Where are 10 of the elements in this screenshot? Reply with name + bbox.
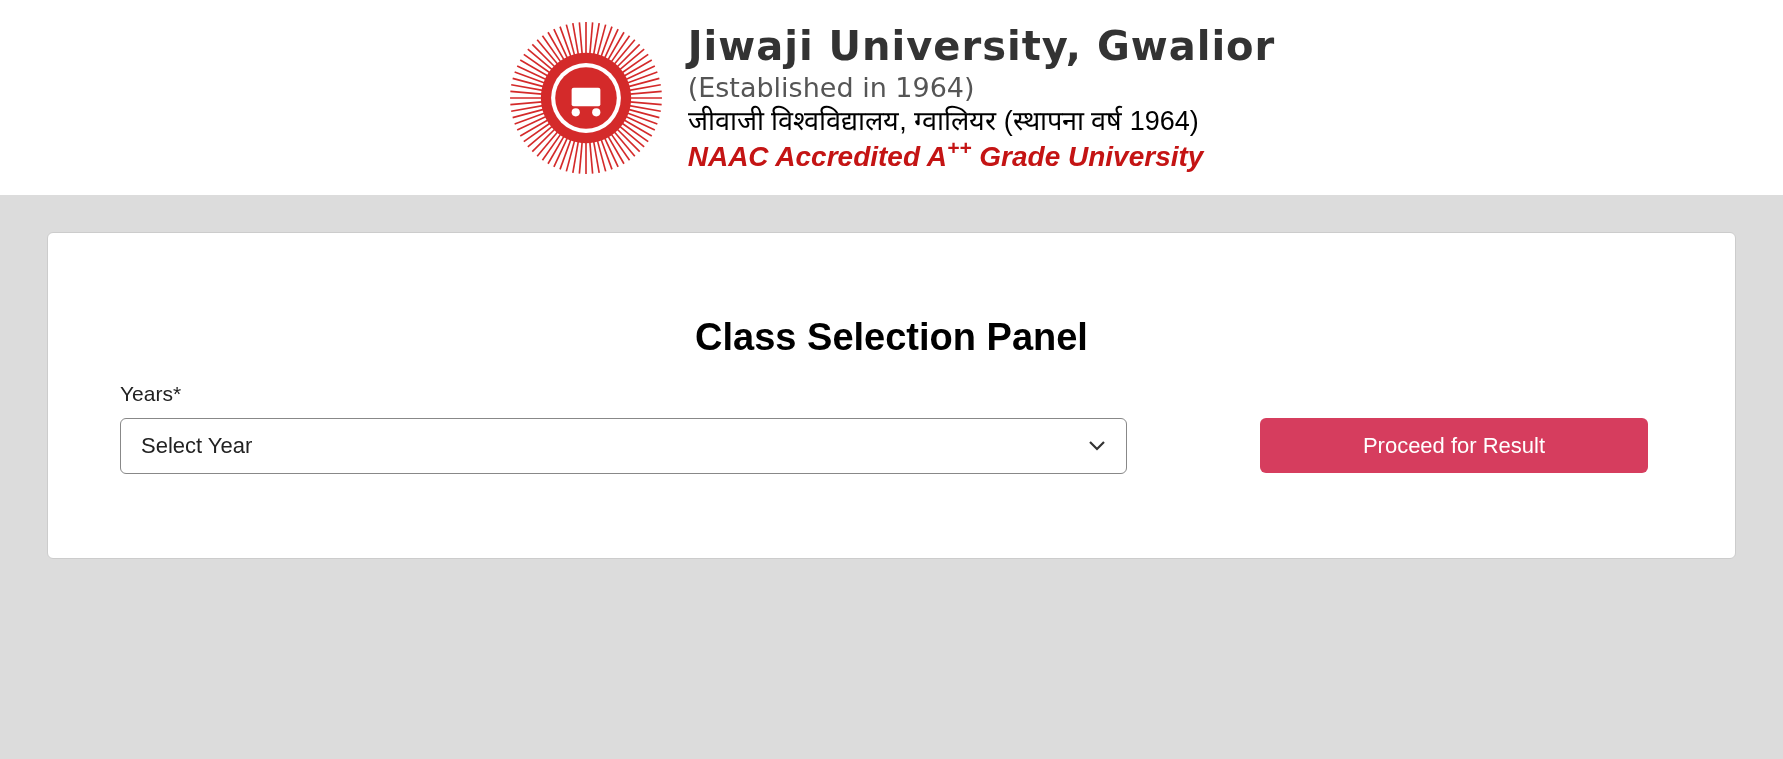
hindi-title: जीवाजी विश्वविद्यालय, ग्वालियर (स्थापना वर्ष 1964) [687, 105, 1200, 138]
accreditation-text: NAAC Accredited A$^{++}$ Grade University [687, 138, 1206, 174]
panel-title: Class Selection Panel [694, 315, 1089, 360]
established-text: (Established in 1964) [687, 71, 976, 105]
university-seal-icon [507, 19, 664, 176]
proceed-button[interactable]: Proceed for Result [1260, 418, 1648, 473]
university-name: Jiwaji University, Gwalior [687, 22, 1276, 72]
years-label: Years* [120, 381, 183, 407]
chevron-down-icon [1088, 439, 1106, 452]
year-select[interactable]: Select Year [120, 417, 1127, 474]
